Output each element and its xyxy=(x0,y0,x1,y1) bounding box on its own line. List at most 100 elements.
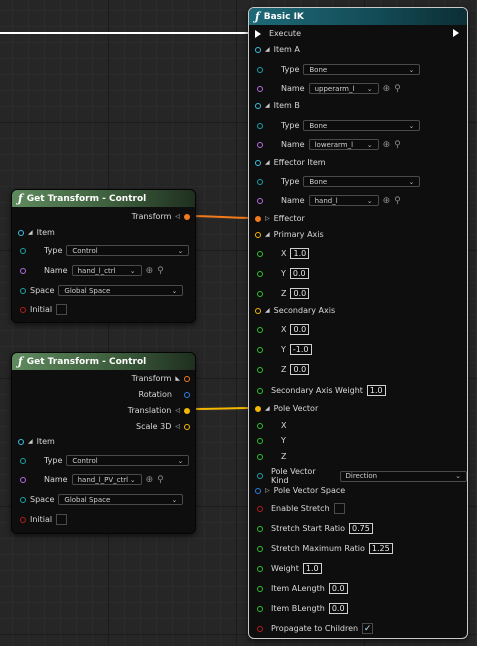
type-pin-icon[interactable] xyxy=(20,247,26,254)
item-b-length-row[interactable]: Item BLength 0.0 xyxy=(257,603,348,614)
basic-ik-header[interactable]: ƒ Basic IK xyxy=(249,8,467,25)
float-pin-icon[interactable] xyxy=(257,525,263,532)
enable-stretch-row[interactable]: Enable Stretch xyxy=(257,503,345,514)
name-dropdown[interactable]: hand_l_PV_ctrl ⌄ xyxy=(71,474,142,485)
item-a-name-row[interactable]: Name upperarm_l ⌄ ⊕ ⚲ xyxy=(257,83,401,94)
rotation-out-row[interactable]: Rotation xyxy=(139,390,190,399)
float-pin-icon[interactable] xyxy=(257,422,263,429)
item-a-length-row[interactable]: Item ALength 0.0 xyxy=(257,583,348,594)
stretch-max-row[interactable]: Stretch Maximum Ratio 1.25 xyxy=(257,543,393,554)
collapse-icon[interactable]: ◁ xyxy=(175,423,180,430)
type-row[interactable]: Type Control ⌄ xyxy=(20,245,190,256)
transform-out-pin[interactable] xyxy=(184,213,190,220)
effector-type-row[interactable]: Type Bone ⌄ xyxy=(257,176,421,187)
item-pin-row[interactable]: ◢ Item xyxy=(18,437,55,446)
transform-out-pin[interactable] xyxy=(184,375,190,382)
expand-icon[interactable]: ◢ xyxy=(28,229,33,236)
scale-out-row[interactable]: Scale 3D ◁ xyxy=(136,422,190,431)
secondary-x-input[interactable]: 0.0 xyxy=(290,324,310,335)
expand-icon[interactable]: ◣ xyxy=(175,375,180,382)
space-pin-icon[interactable] xyxy=(20,496,26,503)
float-pin-icon[interactable] xyxy=(257,585,263,592)
float-pin-icon[interactable] xyxy=(257,290,263,297)
secondary-axis-pin-icon[interactable] xyxy=(255,307,261,314)
float-pin-icon[interactable] xyxy=(257,326,263,333)
propagate-checkbox[interactable]: ✓ xyxy=(362,623,374,634)
search-icon[interactable]: ⚲ xyxy=(394,84,401,94)
translation-out-row[interactable]: Translation ◁ xyxy=(128,406,190,415)
type-pin-icon[interactable] xyxy=(257,66,263,73)
item-a-type-row[interactable]: Type Bone ⌄ xyxy=(257,64,421,75)
primary-z-row[interactable]: Z 0.0 xyxy=(257,288,310,299)
search-icon[interactable]: ⚲ xyxy=(394,140,401,150)
float-pin-icon[interactable] xyxy=(257,437,263,444)
exec-out-pin[interactable] xyxy=(453,29,459,37)
effector-item-pin-icon[interactable] xyxy=(255,159,261,166)
initial-row[interactable]: Initial xyxy=(20,514,68,525)
expand-icon[interactable]: ◢ xyxy=(28,438,33,445)
transform-out-row[interactable]: Transform ◁ xyxy=(132,212,190,221)
name-pin-icon[interactable] xyxy=(257,141,263,148)
bool-pin-icon[interactable] xyxy=(257,625,263,632)
expand-icon[interactable]: ◢ xyxy=(265,405,270,412)
float-pin-icon[interactable] xyxy=(257,366,263,373)
type-dropdown[interactable]: Control ⌄ xyxy=(66,455,190,466)
secondary-z-input[interactable]: 0.0 xyxy=(290,364,310,375)
get-transform-node-1[interactable]: ƒ Get Transform - Control Transform ◁ ◢ … xyxy=(11,189,196,323)
pole-z-row[interactable]: Z xyxy=(257,452,286,461)
item-pin-icon[interactable] xyxy=(18,438,24,445)
type-pin-icon[interactable] xyxy=(257,178,263,185)
exec-out-icon[interactable] xyxy=(453,29,459,37)
float-pin-icon[interactable] xyxy=(257,346,263,353)
primary-z-input[interactable]: 0.0 xyxy=(290,288,310,299)
circle-arrow-icon[interactable]: ⊕ xyxy=(383,196,391,206)
item-b-name-dropdown[interactable]: lowerarm_l ⌄ xyxy=(308,139,379,150)
float-pin-icon[interactable] xyxy=(257,605,263,612)
pole-vector-pin-icon[interactable] xyxy=(255,405,261,412)
effector-type-dropdown[interactable]: Bone ⌄ xyxy=(303,176,421,187)
exec-in-icon[interactable] xyxy=(255,29,261,38)
pole-space-pin-icon[interactable] xyxy=(255,487,261,494)
float-pin-icon[interactable] xyxy=(257,250,263,257)
secondary-z-row[interactable]: Z 0.0 xyxy=(257,364,310,375)
primary-y-input[interactable]: 0.0 xyxy=(289,268,309,279)
name-row[interactable]: Name hand_l_ctrl ⌄ ⊕ ⚲ xyxy=(20,265,164,276)
initial-checkbox[interactable] xyxy=(56,514,68,525)
stretch-start-input[interactable]: 0.75 xyxy=(349,523,373,534)
search-icon[interactable]: ⚲ xyxy=(157,266,164,276)
name-pin-icon[interactable] xyxy=(257,85,263,92)
pole-vector-pin[interactable]: ◢ Pole Vector xyxy=(255,404,318,413)
effector-item-pin[interactable]: ◢ Effector Item xyxy=(255,158,326,167)
type-dropdown[interactable]: Control ⌄ xyxy=(66,245,190,256)
search-icon[interactable]: ⚲ xyxy=(394,196,401,206)
type-pin-icon[interactable] xyxy=(20,457,26,464)
bool-pin-icon[interactable] xyxy=(20,516,26,523)
name-row[interactable]: Name hand_l_PV_ctrl ⌄ ⊕ ⚲ xyxy=(20,474,164,485)
effector-name-dropdown[interactable]: hand_l ⌄ xyxy=(308,195,379,206)
item-a-type-dropdown[interactable]: Bone ⌄ xyxy=(303,64,421,75)
item-pin-row[interactable]: ◢ Item xyxy=(18,228,55,237)
item-a-length-input[interactable]: 0.0 xyxy=(328,583,348,594)
secondary-axis-pin[interactable]: ◢ Secondary Axis xyxy=(255,306,335,315)
expand-icon[interactable]: ▷ xyxy=(265,487,270,494)
secondary-x-row[interactable]: X 0.0 xyxy=(257,324,310,335)
bool-pin-icon[interactable] xyxy=(20,306,26,313)
stretch-start-row[interactable]: Stretch Start Ratio 0.75 xyxy=(257,523,373,534)
expand-icon[interactable]: ◢ xyxy=(265,102,270,109)
float-pin-icon[interactable] xyxy=(257,387,263,394)
basic-ik-node[interactable]: ƒ Basic IK Execute ◢ Item A Type Bone ⌄ N… xyxy=(248,7,468,639)
primary-axis-pin-icon[interactable] xyxy=(255,231,261,238)
primary-axis-pin[interactable]: ◢ Primary Axis xyxy=(255,230,324,239)
float-pin-icon[interactable] xyxy=(257,565,263,572)
collapse-icon[interactable]: ◁ xyxy=(175,407,180,414)
space-row[interactable]: Space Global Space ⌄ xyxy=(20,285,184,296)
item-b-pin-icon[interactable] xyxy=(255,102,261,109)
item-a-name-dropdown[interactable]: upperarm_l ⌄ xyxy=(308,83,379,94)
secondary-y-row[interactable]: Y -1.0 xyxy=(257,344,312,355)
weight-input[interactable]: 1.0 xyxy=(302,563,322,574)
enable-stretch-checkbox[interactable] xyxy=(333,503,345,514)
item-b-type-dropdown[interactable]: Bone ⌄ xyxy=(303,120,421,131)
space-dropdown[interactable]: Global Space ⌄ xyxy=(58,494,184,505)
item-a-pin-icon[interactable] xyxy=(255,46,261,53)
primary-y-row[interactable]: Y 0.0 xyxy=(257,268,309,279)
